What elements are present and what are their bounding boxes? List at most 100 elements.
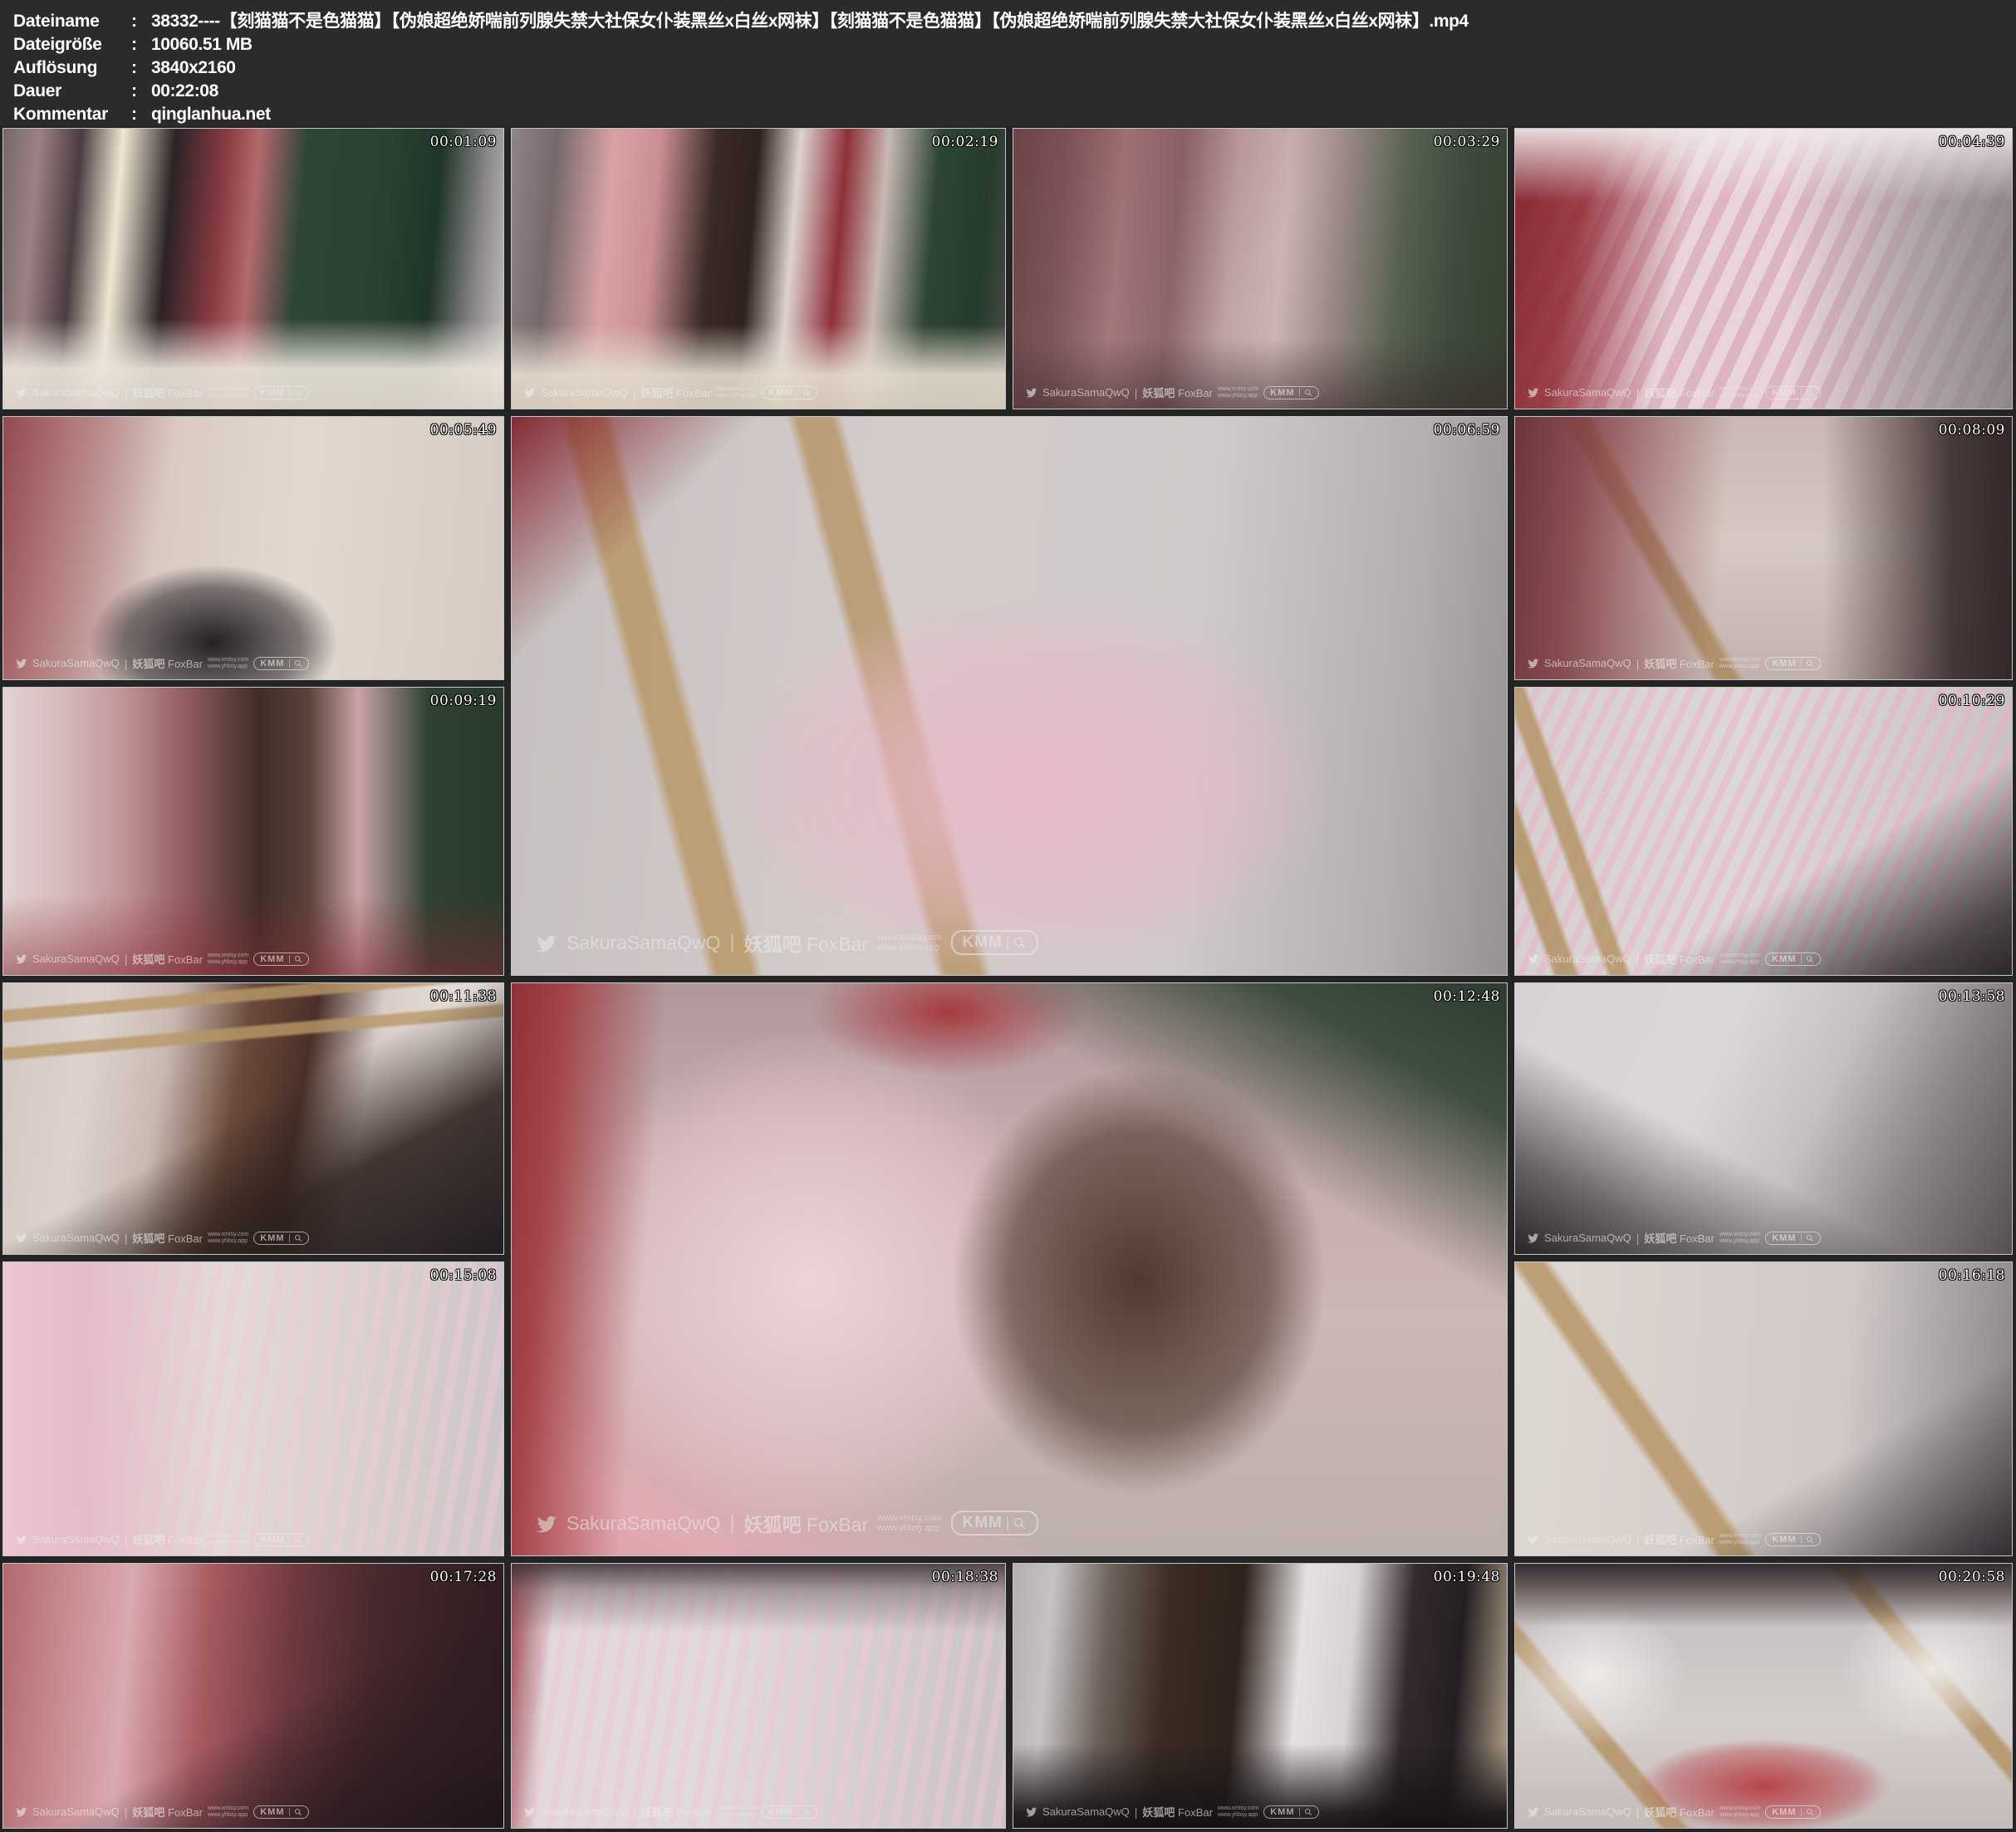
watermark: SakuraSamaQwQ | 妖狐吧 FoxBar www.xmlsy.com… <box>1527 1230 1821 1246</box>
watermark-site-latin: FoxBar <box>1680 1806 1714 1819</box>
watermark-site-latin: FoxBar <box>168 1534 203 1546</box>
watermark-site-latin: FoxBar <box>1680 1534 1714 1546</box>
video-thumbnail: 00:18:38 SakuraSamaQwQ | 妖狐吧 FoxBar www.… <box>511 1563 1006 1829</box>
watermark-site-latin: FoxBar <box>1680 953 1714 966</box>
twitter-bird-icon <box>15 1232 27 1244</box>
watermark-site-cjk: 妖狐吧 <box>132 953 164 966</box>
badge-divider <box>1801 1808 1802 1816</box>
watermark-site: 妖狐吧 FoxBar <box>744 1509 869 1537</box>
watermark-urls: www.xmlsy.com www.yhbsy.app <box>1719 386 1760 399</box>
watermark-separator: | <box>729 931 734 954</box>
watermark-url-1: www.xmlsy.com <box>1719 657 1760 664</box>
watermark-site-cjk: 妖狐吧 <box>132 387 164 399</box>
timestamp-label: 00:15:08 <box>430 1267 497 1284</box>
kmm-badge-text: KMM <box>1772 1233 1796 1243</box>
watermark-site: 妖狐吧 FoxBar <box>1142 1804 1213 1820</box>
timestamp-label: 00:09:19 <box>430 693 497 709</box>
watermark-url-1: www.xmlsy.com <box>877 933 941 943</box>
watermark-urls: www.xmlsy.com www.yhbsy.app <box>1719 1533 1760 1546</box>
watermark: SakuraSamaQwQ | 妖狐吧 FoxBar www.xmlsy.com… <box>523 385 817 400</box>
timestamp-label: 00:01:09 <box>430 134 497 150</box>
watermark-site-cjk: 妖狐吧 <box>640 1806 673 1819</box>
badge-divider <box>289 1536 290 1544</box>
video-thumbnail: 00:11:38 SakuraSamaQwQ | 妖狐吧 FoxBar www.… <box>2 982 504 1255</box>
magnifier-icon <box>802 389 811 397</box>
thumbnail-grid: 00:01:09 SakuraSamaQwQ | 妖狐吧 FoxBar www.… <box>0 126 2016 1832</box>
kmm-badge-text: KMM <box>1772 659 1796 669</box>
watermark-url-2: www.yhbsy.app <box>208 1812 248 1819</box>
watermark-site-latin: FoxBar <box>168 953 203 966</box>
magnifier-icon <box>1806 389 1814 397</box>
watermark-url-2: www.yhbsy.app <box>1218 393 1258 399</box>
watermark-url-2: www.yhbsy.app <box>716 393 757 399</box>
badge-divider <box>1801 1234 1802 1242</box>
metadata-row-filename: Dateiname:38332----【刻猫猫不是色猫猫】【伪娘超绝娇喘前列腺失… <box>13 10 2016 33</box>
watermark-separator: | <box>125 1533 128 1546</box>
watermark-url-1: www.xmlsy.com <box>716 386 757 393</box>
duration-value: 00:22:08 <box>151 81 218 100</box>
metadata-row-filesize: Dateigröße:10060.51 MB <box>13 33 2016 56</box>
watermark-separator: | <box>125 386 128 399</box>
watermark-url-2: www.yhbsy.app <box>1719 1812 1760 1819</box>
metadata-label: Dateigröße <box>13 33 131 56</box>
watermark-url-1: www.xmlsy.com <box>208 1232 248 1238</box>
metadata-colon: : <box>131 103 151 126</box>
kmm-badge: KMM <box>1765 386 1820 399</box>
contact-sheet-page: Dateiname:38332----【刻猫猫不是色猫猫】【伪娘超绝娇喘前列腺失… <box>0 0 2016 1832</box>
timestamp-label: 00:18:38 <box>932 1569 998 1585</box>
kmm-badge: KMM <box>1765 1805 1820 1819</box>
watermark-site: 妖狐吧 FoxBar <box>640 1804 711 1820</box>
watermark-urls: www.xmlsy.com www.yhbsy.app <box>1719 1805 1760 1819</box>
kmm-badge-text: KMM <box>260 388 284 398</box>
watermark-handle: SakuraSamaQwQ <box>1042 1805 1130 1818</box>
watermark: SakuraSamaQwQ | 妖狐吧 FoxBar www.xmlsy.com… <box>15 1230 309 1246</box>
twitter-bird-icon <box>1025 386 1037 399</box>
watermark: SakuraSamaQwQ | 妖狐吧 FoxBar www.xmlsy.com… <box>15 951 309 967</box>
watermark-separator: | <box>1135 386 1138 399</box>
watermark-url-2: www.yhbsy.app <box>1218 1812 1258 1819</box>
twitter-bird-icon <box>15 386 27 399</box>
watermark-url-1: www.xmlsy.com <box>208 1805 248 1812</box>
watermark-site-latin: FoxBar <box>676 387 711 399</box>
kmm-badge-text: KMM <box>963 933 1003 952</box>
timestamp-label: 00:19:48 <box>1434 1569 1500 1585</box>
watermark-site-latin: FoxBar <box>1178 1806 1213 1819</box>
watermark-site-latin: FoxBar <box>168 387 203 399</box>
watermark-separator: | <box>1636 1805 1640 1819</box>
kmm-badge: KMM <box>1765 1533 1820 1546</box>
watermark-urls: www.xmlsy.com www.yhbsy.app <box>877 933 941 953</box>
watermark-url-1: www.xmlsy.com <box>1218 1805 1258 1812</box>
media-info-header: Dateiname:38332----【刻猫猫不是色猫猫】【伪娘超绝娇喘前列腺失… <box>0 0 2016 126</box>
kmm-badge-text: KMM <box>260 1807 284 1817</box>
magnifier-icon <box>294 1234 302 1242</box>
kmm-badge-text: KMM <box>963 1514 1003 1532</box>
badge-divider <box>289 955 290 963</box>
video-thumbnail: 00:02:19 SakuraSamaQwQ | 妖狐吧 FoxBar www.… <box>511 128 1006 409</box>
kmm-badge: KMM <box>951 1511 1038 1536</box>
watermark-handle: SakuraSamaQwQ <box>567 932 720 954</box>
watermark-site-latin: FoxBar <box>676 1806 711 1819</box>
watermark-urls: www.xmlsy.com www.yhbsy.app <box>208 1232 248 1245</box>
kmm-badge-text: KMM <box>1270 388 1294 398</box>
video-thumbnail: 00:09:19 SakuraSamaQwQ | 妖狐吧 FoxBar www.… <box>2 687 504 976</box>
twitter-bird-icon <box>535 1512 557 1535</box>
watermark-separator: | <box>125 1232 128 1245</box>
badge-divider <box>797 389 798 397</box>
watermark-urls: www.xmlsy.com www.yhbsy.app <box>208 1805 248 1819</box>
badge-divider <box>797 1808 798 1816</box>
watermark-urls: www.xmlsy.com www.yhbsy.app <box>1719 953 1760 966</box>
watermark-site: 妖狐吧 FoxBar <box>132 1230 203 1246</box>
metadata-label: Kommentar <box>13 103 131 126</box>
magnifier-icon <box>294 955 302 963</box>
video-thumbnail: 00:12:48 SakuraSamaQwQ | 妖狐吧 FoxBar www.… <box>511 982 1508 1556</box>
watermark-urls: www.xmlsy.com www.yhbsy.app <box>716 386 757 399</box>
watermark-separator: | <box>729 1511 734 1535</box>
watermark-site-cjk: 妖狐吧 <box>132 658 164 670</box>
resolution-value: 3840x2160 <box>151 58 236 77</box>
magnifier-icon <box>1806 659 1814 668</box>
metadata-colon: : <box>131 33 151 56</box>
video-thumbnail: 00:06:59 SakuraSamaQwQ | 妖狐吧 FoxBar www.… <box>511 416 1508 976</box>
kmm-badge: KMM <box>762 386 817 399</box>
watermark: SakuraSamaQwQ | 妖狐吧 FoxBar www.xmlsy.com… <box>1527 1804 1821 1820</box>
watermark-separator: | <box>1636 953 1640 966</box>
